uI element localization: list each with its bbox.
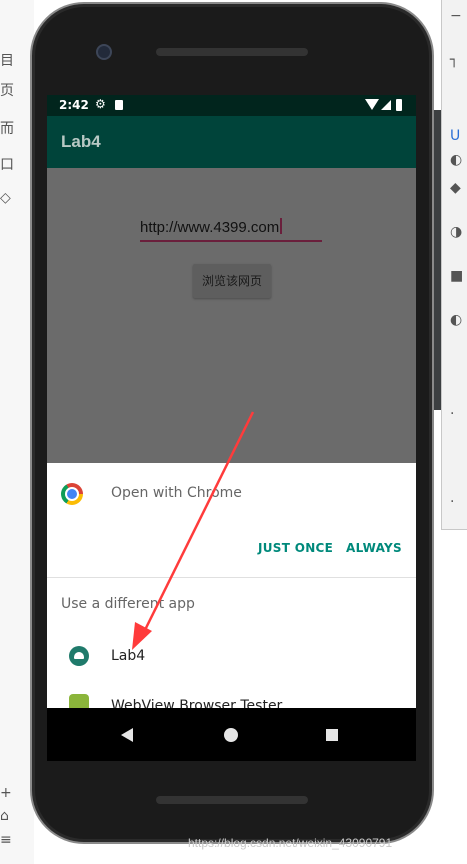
ide-glyph: ·	[450, 406, 455, 422]
back-icon[interactable]	[121, 728, 133, 742]
app-option-lab4[interactable]: Lab4	[47, 632, 416, 676]
sd-card-icon	[115, 100, 123, 110]
app-chooser-sheet: Open with Chrome JUST ONCE ALWAYS Use a …	[47, 463, 416, 716]
different-app-header: Use a different app	[61, 596, 195, 612]
always-button[interactable]: ALWAYS	[346, 541, 402, 555]
ide-glyph[interactable]: ■	[450, 268, 463, 284]
ide-glyph[interactable]: U	[450, 128, 460, 144]
ide-glyph[interactable]: ◑	[450, 224, 462, 240]
ide-glyph[interactable]: ◆	[450, 180, 461, 196]
gear-icon: ⚙	[95, 97, 106, 111]
text-cursor	[280, 218, 283, 234]
ide-glyph: +	[0, 785, 12, 801]
ide-glyph: 而	[0, 121, 14, 137]
open-with-chrome-row[interactable]: Open with Chrome	[47, 473, 416, 517]
url-input-value: http://www.4399.com	[140, 219, 280, 236]
status-time: 2:42	[59, 98, 89, 112]
ide-glyph[interactable]: −	[450, 8, 462, 24]
signal-icon	[381, 100, 391, 110]
front-camera	[96, 44, 112, 60]
phone-screen: 2:42 ⚙ Lab4 http://www.4399.com 浏览该网页 Op…	[47, 95, 416, 761]
navigation-bar	[47, 708, 416, 761]
ide-glyph[interactable]: ┐	[450, 52, 458, 68]
ide-glyph: ⌂	[0, 808, 9, 824]
battery-icon	[396, 99, 402, 111]
android-app-icon	[69, 646, 89, 666]
app-option-label: Lab4	[111, 648, 146, 664]
browse-webpage-button[interactable]: 浏览该网页	[193, 264, 271, 298]
ide-glyph[interactable]: ◐	[450, 312, 462, 328]
ide-glyph: ·	[450, 494, 455, 510]
ide-glyph: 口	[0, 157, 14, 173]
status-bar: 2:42 ⚙	[47, 95, 416, 116]
ide-glyph[interactable]: ◐	[450, 152, 462, 168]
divider	[47, 577, 416, 578]
ide-right-toolbar: − ┐ U ◐ ◆ ◑ ■ ◐ · ·	[441, 0, 467, 530]
open-with-chrome-label: Open with Chrome	[111, 485, 242, 501]
app-bar: Lab4	[47, 116, 416, 168]
bottom-speaker	[156, 796, 308, 804]
url-input[interactable]: http://www.4399.com	[140, 216, 322, 242]
ide-left-toolbar: 目 页 而 口 ◇ + ⌂ ≡	[0, 0, 34, 864]
main-content: http://www.4399.com 浏览该网页	[47, 168, 416, 463]
wifi-icon	[365, 99, 379, 110]
just-once-button[interactable]: JUST ONCE	[258, 541, 333, 555]
ide-glyph: 目	[0, 53, 14, 69]
top-speaker	[156, 48, 308, 56]
chrome-icon	[61, 483, 83, 505]
recent-apps-icon[interactable]	[326, 729, 338, 741]
watermark: https://blog.csdn.net/weixin_43090791	[188, 836, 393, 850]
home-icon[interactable]	[224, 728, 238, 742]
chooser-actions: JUST ONCE ALWAYS	[47, 527, 416, 571]
ide-glyph: ≡	[0, 832, 12, 848]
ide-glyph: 页	[0, 83, 14, 99]
ide-glyph: ◇	[0, 190, 11, 206]
app-title: Lab4	[61, 132, 101, 151]
